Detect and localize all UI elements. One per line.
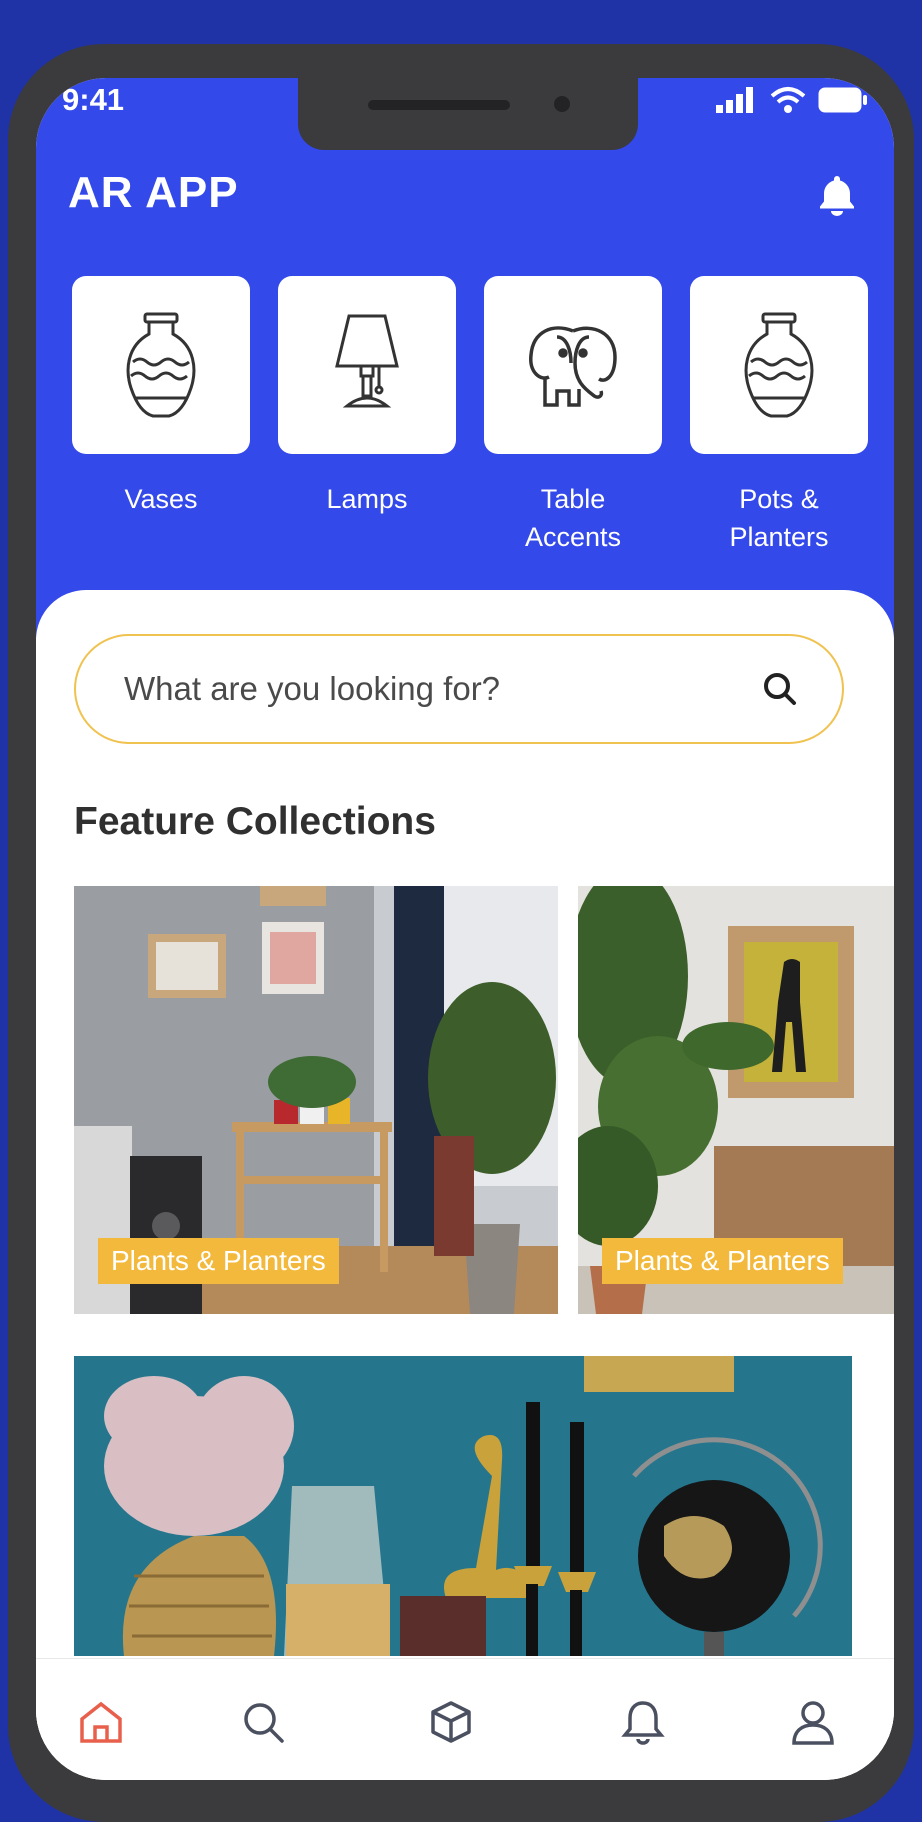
signal-icon bbox=[716, 87, 753, 113]
collection-card[interactable]: Plants & Planters bbox=[74, 886, 558, 1314]
lamp-icon bbox=[335, 314, 399, 408]
category-vases[interactable]: Vases bbox=[72, 276, 250, 556]
search-bar[interactable]: What are you looking for? bbox=[74, 634, 844, 744]
category-label: Vases bbox=[124, 484, 198, 514]
search-icon[interactable] bbox=[240, 1699, 286, 1745]
home-icon[interactable] bbox=[78, 1699, 124, 1745]
bell-icon[interactable] bbox=[620, 1699, 666, 1745]
vase-icon bbox=[126, 312, 196, 418]
vase-icon bbox=[744, 312, 814, 418]
header-section: 9:41 AR APP Vases Lamps Table Accents Po… bbox=[36, 78, 894, 638]
collection-tag: Plants & Planters bbox=[98, 1238, 339, 1284]
collection-card[interactable]: Plants & Planters bbox=[578, 886, 894, 1314]
category-tile[interactable] bbox=[278, 276, 456, 454]
category-lamps[interactable]: Lamps bbox=[278, 276, 456, 556]
category-label: Pots & Planters bbox=[729, 484, 829, 552]
category-tile[interactable] bbox=[690, 276, 868, 454]
phone-notch bbox=[298, 78, 638, 150]
category-label: Lamps bbox=[326, 484, 408, 514]
battery-icon bbox=[818, 87, 867, 113]
phone-screen: 9:41 AR APP Vases Lamps Table Accents Po… bbox=[36, 78, 894, 1780]
collection-card[interactable] bbox=[74, 1356, 852, 1656]
status-time: 9:41 bbox=[62, 82, 125, 117]
front-camera bbox=[554, 96, 570, 112]
category-table-accents[interactable]: Table Accents bbox=[484, 276, 662, 556]
speaker-grille bbox=[368, 100, 510, 110]
search-icon[interactable] bbox=[762, 671, 798, 707]
category-tile[interactable] bbox=[72, 276, 250, 454]
search-input[interactable]: What are you looking for? bbox=[124, 670, 500, 708]
wifi-icon bbox=[770, 87, 806, 113]
status-icons bbox=[716, 86, 868, 114]
category-row: Vases Lamps Table Accents Pots & Planter… bbox=[72, 276, 868, 556]
notification-bell-icon[interactable] bbox=[818, 174, 856, 216]
category-label: Table Accents bbox=[524, 484, 622, 552]
cube-icon[interactable] bbox=[428, 1699, 474, 1745]
collection-tag: Plants & Planters bbox=[602, 1238, 843, 1284]
elephant-icon bbox=[529, 326, 617, 407]
bottom-tab-bar bbox=[36, 1658, 894, 1780]
user-icon[interactable] bbox=[790, 1699, 836, 1745]
category-pots-planters[interactable]: Pots & Planters bbox=[690, 276, 868, 556]
app-title: AR APP bbox=[68, 168, 239, 217]
section-title: Feature Collections bbox=[74, 800, 436, 843]
category-tile[interactable] bbox=[484, 276, 662, 454]
decor-photo bbox=[74, 1356, 852, 1656]
